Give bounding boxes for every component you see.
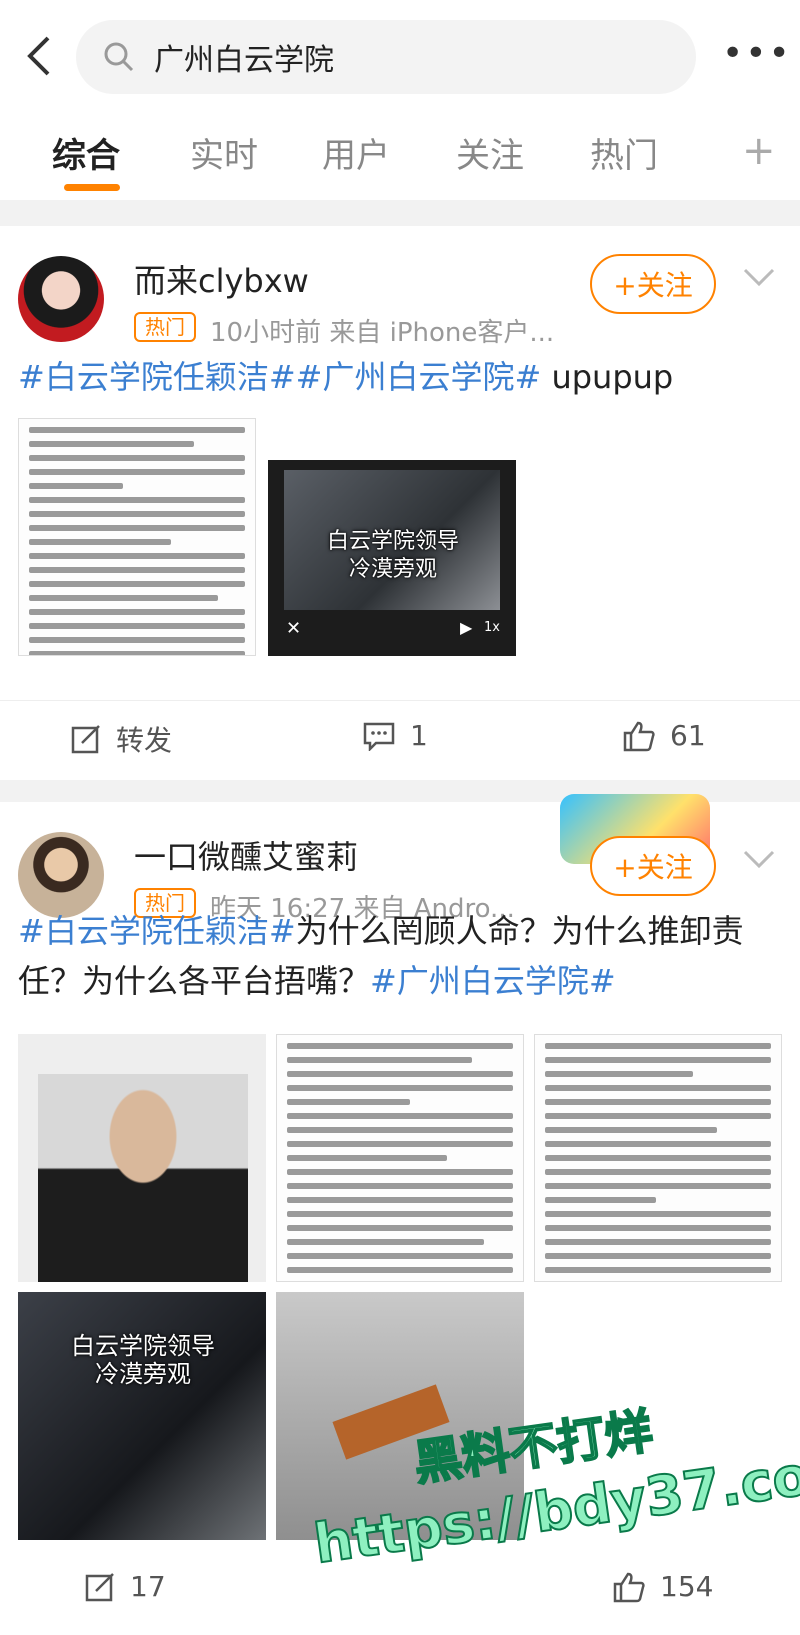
more-icon[interactable]: ••• [722,36,792,72]
hashtag-link[interactable]: #广州白云学院# [370,962,616,1000]
tab-following[interactable]: 关注 [456,128,524,177]
back-arrow-icon[interactable] [20,34,60,78]
close-icon[interactable]: ✕ [286,618,301,639]
like-button[interactable]: 61 [622,719,706,752]
add-tab-icon[interactable]: + [742,128,776,174]
post-meta: 10小时前 来自 iPhone客户... [210,318,555,348]
repost-button[interactable]: 转发 [70,719,172,759]
post-video-thumbnail[interactable]: 白云学院领导 冷漠旁观 ✕ ▶ 1x [268,418,516,656]
chevron-down-icon[interactable] [742,266,776,288]
play-icon[interactable]: ▶ [460,618,472,637]
repost-icon [71,725,100,754]
tab-realtime[interactable]: 实时 [190,128,258,177]
tab-bar: 综合 实时 用户 关注 热门 [0,128,800,188]
image-caption: 白云学院领导 冷漠旁观 [71,1332,215,1388]
post-text: #白云学院任颖洁#为什么罔顾人命？为什么推卸责任？为什么各平台捂嘴？#广州白云学… [18,906,784,1006]
search-query[interactable]: 广州白云学院 [154,35,334,79]
repost-button[interactable]: 17 [84,1570,166,1603]
active-tab-indicator [64,184,120,191]
hot-badge: 热门 [134,312,196,342]
tab-comprehensive[interactable]: 综合 [52,128,120,177]
thumbs-up-icon [623,721,655,751]
like-button[interactable]: 154 [612,1570,713,1603]
username[interactable]: 而来clybxw [134,256,309,302]
post-image[interactable]: 白云学院领导 冷漠旁观 [18,1292,266,1540]
like-count: 61 [670,719,706,752]
repost-icon [85,1572,114,1601]
post-image[interactable] [534,1034,782,1282]
top-bar: 广州白云学院 ••• 综合 实时 用户 关注 热门 + [0,0,800,200]
hashtag-link[interactable]: #白云学院任颖洁# [18,358,296,396]
post-card[interactable]: 而来clybxw 热门 10小时前 来自 iPhone客户... +关注 #白云… [0,226,800,780]
username[interactable]: 一口微醺艾蜜莉 [134,832,358,878]
repost-count: 17 [130,1570,166,1603]
post-image[interactable] [276,1034,524,1282]
comment-icon [363,722,395,751]
playback-speed[interactable]: 1x [484,620,500,635]
video-caption: 白云学院领导 冷漠旁观 [326,529,459,582]
hashtag-link[interactable]: #广州白云学院# [296,358,542,396]
follow-button[interactable]: +关注 [590,254,716,314]
follow-button[interactable]: +关注 [590,836,716,896]
comment-count: 1 [410,719,428,752]
comment-button[interactable]: 1 [362,719,428,752]
post-actions: 转发 1 61 [0,700,800,774]
search-icon [104,42,134,72]
tab-users[interactable]: 用户 [322,128,390,177]
thumbs-up-icon [613,1572,645,1602]
search-bar[interactable]: 广州白云学院 [76,20,696,94]
like-count: 154 [660,1570,714,1603]
repost-label: 转发 [116,724,173,757]
avatar[interactable] [18,256,104,342]
post-image[interactable] [18,1034,266,1282]
chevron-down-icon[interactable] [742,848,776,870]
tab-hot[interactable]: 热门 [590,128,658,177]
hashtag-link[interactable]: #白云学院任颖洁# [18,912,296,950]
post-image[interactable] [18,418,256,656]
post-text: #白云学院任颖洁##广州白云学院# upupup [18,352,784,402]
post-text-body: upupup [541,358,674,396]
